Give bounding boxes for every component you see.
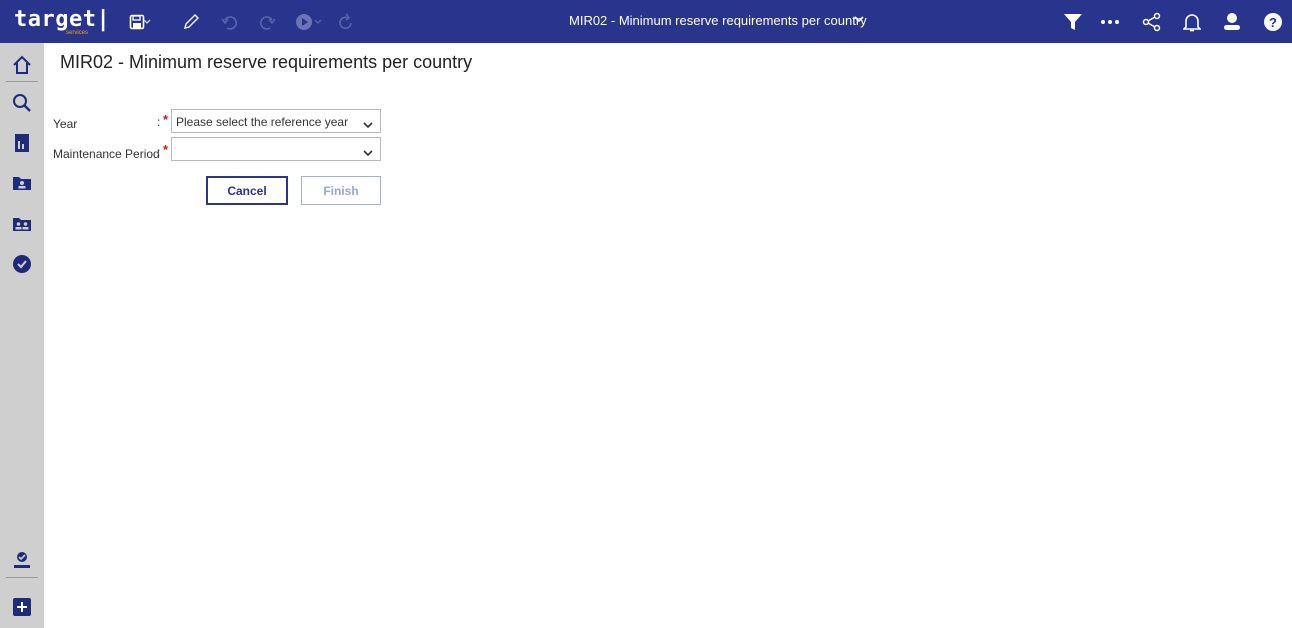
edit-pencil-icon[interactable] (180, 11, 202, 33)
year-select[interactable]: Please select the reference year (171, 109, 381, 133)
year-required-mark: * (163, 112, 169, 127)
bell-icon[interactable] (1181, 11, 1203, 33)
chevron-down-icon[interactable] (312, 11, 324, 33)
document-title[interactable]: MIR02 - Minimum reserve requirements per… (569, 13, 867, 28)
left-sidebar (0, 43, 44, 628)
finish-button[interactable]: Finish (301, 176, 381, 205)
year-colon: : (157, 115, 161, 129)
help-icon[interactable]: ? (1262, 11, 1284, 33)
chevron-down-icon[interactable] (852, 12, 866, 31)
cancel-button[interactable]: Cancel (206, 176, 288, 205)
maintenance-period-label: Maintenance Period (53, 147, 160, 161)
filter-icon[interactable] (1062, 11, 1084, 33)
document-icon[interactable] (10, 131, 34, 155)
undo-icon[interactable] (219, 11, 241, 33)
year-label: Year (53, 117, 78, 131)
more-icon[interactable] (1099, 11, 1121, 33)
logo-text: target| (14, 7, 111, 32)
chevron-down-icon[interactable] (362, 117, 374, 135)
top-toolbar: target| services MIR02 - Minimum reserve… (0, 0, 1292, 43)
svg-text:?: ? (1269, 15, 1277, 30)
chevron-down-icon[interactable] (141, 11, 153, 33)
maintenance-period-required-mark: * (163, 142, 169, 157)
chevron-down-icon[interactable] (362, 145, 374, 163)
maintenance-period-select[interactable] (171, 137, 381, 161)
logo-subtext: services (66, 30, 89, 36)
folder-user-icon[interactable] (10, 171, 34, 195)
sidebar-separator (6, 81, 38, 82)
year-select-value: Please select the reference year (176, 115, 349, 129)
page-title: MIR02 - Minimum reserve requirements per… (60, 52, 473, 72)
redo-icon[interactable] (256, 11, 278, 33)
check-circle-icon[interactable] (10, 252, 34, 276)
refresh-icon[interactable] (335, 11, 357, 33)
user-pin-icon[interactable] (10, 548, 34, 572)
user-icon[interactable] (1221, 11, 1243, 33)
share-icon[interactable] (1141, 11, 1163, 33)
folder-users-icon[interactable] (10, 212, 34, 236)
maintenance-period-colon: : (157, 145, 161, 159)
search-icon[interactable] (10, 91, 34, 115)
home-icon[interactable] (10, 53, 34, 77)
add-icon[interactable] (10, 595, 34, 619)
sidebar-separator (6, 577, 38, 578)
